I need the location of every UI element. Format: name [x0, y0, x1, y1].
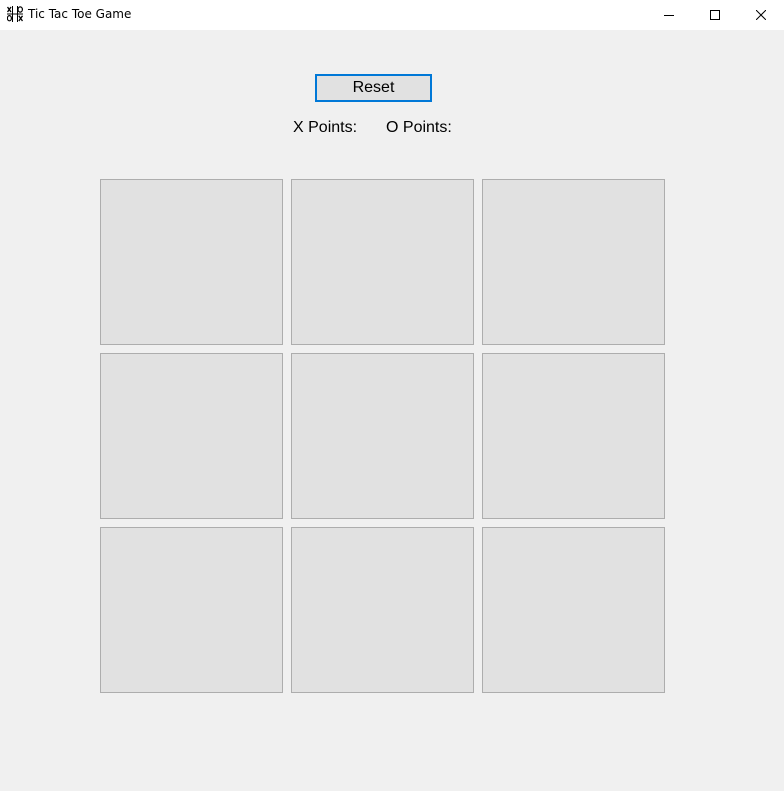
- board-cell-8[interactable]: [291, 527, 474, 693]
- close-icon: [756, 10, 766, 20]
- board-cell-9[interactable]: [482, 527, 665, 693]
- title-bar[interactable]: Tic Tac Toe Game: [0, 0, 784, 30]
- reset-button[interactable]: Reset: [315, 74, 432, 102]
- board-cell-5[interactable]: [291, 353, 474, 519]
- minimize-icon: [664, 15, 674, 16]
- x-points-label: X Points:: [293, 119, 358, 136]
- maximize-icon: [710, 10, 720, 20]
- app-window: Tic Tac Toe Game Reset X Points: O Point…: [0, 0, 784, 791]
- window-title: Tic Tac Toe Game: [28, 7, 132, 21]
- board-cell-3[interactable]: [482, 179, 665, 345]
- board-cell-1[interactable]: [100, 179, 283, 345]
- board-cell-7[interactable]: [100, 527, 283, 693]
- maximize-button[interactable]: [692, 0, 738, 30]
- minimize-button[interactable]: [646, 0, 692, 30]
- close-button[interactable]: [738, 0, 784, 30]
- board-cell-4[interactable]: [100, 353, 283, 519]
- o-points-label: O Points:: [386, 119, 452, 136]
- tic-tac-toe-icon: [7, 6, 23, 22]
- board-cell-2[interactable]: [291, 179, 474, 345]
- board-cell-6[interactable]: [482, 353, 665, 519]
